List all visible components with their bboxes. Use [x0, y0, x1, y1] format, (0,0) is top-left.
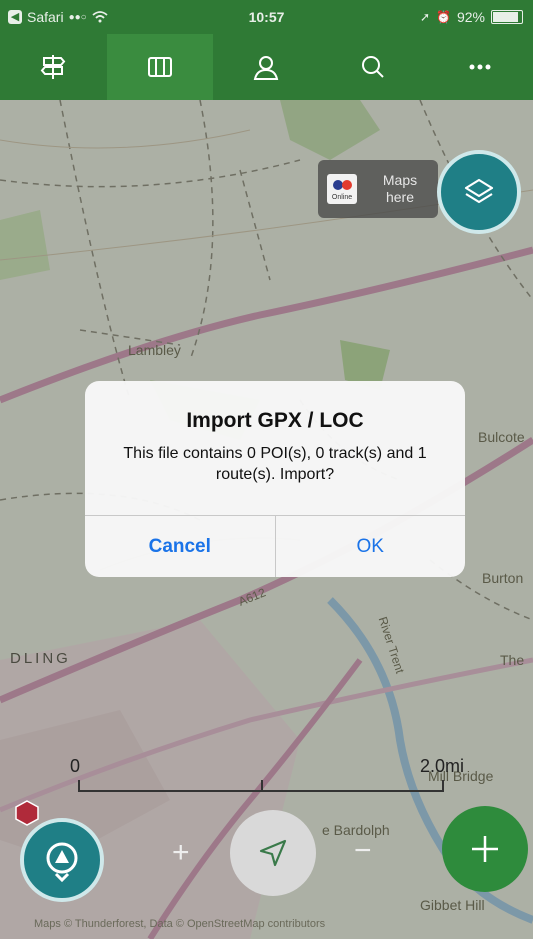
battery-percent: 92%: [456, 9, 485, 25]
location-pin-icon: [46, 842, 78, 882]
marker-hexagon-icon[interactable]: [14, 800, 40, 826]
tab-more[interactable]: [426, 34, 533, 100]
map-label-bulcote: Bulcote: [478, 429, 525, 445]
tab-account[interactable]: [213, 34, 320, 100]
map-label-lambley: Lambley: [128, 342, 181, 358]
status-bar: ◀ Safari ●●○ 10:57 ➚ ⏰ 92%: [0, 0, 533, 34]
os-maps-banner[interactable]: Online Maps here: [318, 160, 438, 218]
os-banner-line2: here: [385, 189, 415, 205]
map-label-the: The: [500, 652, 525, 668]
tab-routes[interactable]: [0, 34, 107, 100]
navigation-arrow-icon: [259, 839, 287, 867]
plus-icon: [472, 836, 498, 862]
scale-start-label: 0: [70, 756, 81, 776]
navigate-button[interactable]: [230, 810, 316, 896]
os-banner-text: Maps here: [368, 172, 432, 206]
alert-message: This file contains 0 POI(s), 0 track(s) …: [123, 445, 427, 483]
my-location-button[interactable]: [20, 818, 104, 902]
os-banner-line1: Maps: [382, 172, 418, 188]
alert-title: Import GPX / LOC: [186, 409, 364, 432]
map-book-icon: [147, 57, 172, 77]
map-label-gedling: DLING: [10, 650, 71, 667]
scale-bar: [78, 780, 444, 792]
alert-actions: Cancel OK: [85, 515, 465, 577]
add-button[interactable]: [442, 806, 528, 892]
map-label-gibbet-hill: Gibbet Hill: [420, 897, 485, 913]
tab-maps[interactable]: [106, 34, 214, 100]
map-label-burton: Burton: [482, 570, 524, 586]
layers-button[interactable]: [437, 150, 521, 234]
os-logo: Online: [327, 174, 357, 204]
ok-button[interactable]: OK: [276, 516, 466, 577]
user-icon: [254, 56, 279, 80]
alarm-icon: ⏰: [436, 10, 451, 24]
search-icon: [362, 56, 384, 78]
os-logo-sub: Online: [331, 194, 353, 201]
battery-icon: [491, 10, 523, 24]
tab-search[interactable]: [320, 34, 427, 100]
location-arrow-icon: ➚: [419, 10, 431, 24]
cancel-button[interactable]: Cancel: [85, 516, 276, 577]
signpost-icon: [40, 55, 66, 79]
layers-icon: [464, 178, 494, 204]
top-nav-bar: [0, 34, 533, 100]
more-icon: [469, 64, 491, 70]
import-alert-dialog: Import GPX / LOC This file contains 0 PO…: [85, 381, 465, 577]
scale-end-label: 2.0mi: [420, 756, 465, 776]
zoom-out-button[interactable]: −: [354, 834, 372, 868]
map-attribution[interactable]: Maps © Thunderforest, Data © OpenStreetM…: [34, 918, 325, 930]
zoom-in-button[interactable]: +: [172, 836, 190, 870]
